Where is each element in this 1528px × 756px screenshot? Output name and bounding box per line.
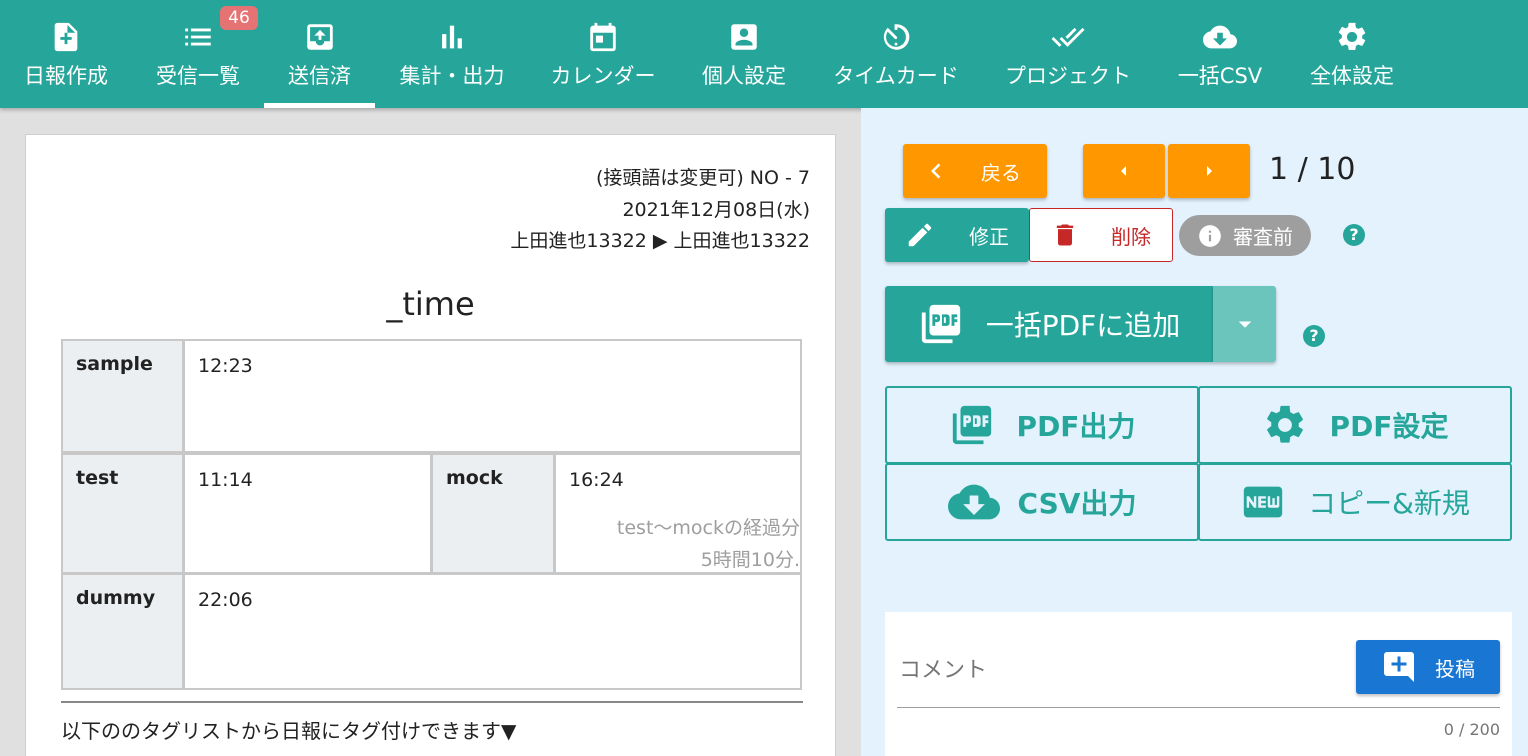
nav-label: プロジェクト <box>1005 64 1131 88</box>
field-value: 12:23 <box>198 355 253 377</box>
status-label: 審査前 <box>1233 225 1293 249</box>
field-key: mock <box>446 467 503 489</box>
report-document: (接頭語は変更可) NO - 7 2021年12月08日(水) 上田進也1332… <box>25 134 836 756</box>
nav-timecard[interactable]: タイムカード <box>826 0 966 108</box>
help-icon[interactable]: ? <box>1343 224 1365 246</box>
prev-button[interactable] <box>1083 144 1165 198</box>
comment-counter: 0 / 200 <box>1443 720 1500 739</box>
copy-new-label: コピー&新規 <box>1308 487 1470 520</box>
calendar-icon <box>590 22 616 52</box>
add-pdf-label: 一括PDFに追加 <box>985 309 1181 342</box>
field-key: sample <box>76 353 153 375</box>
chevron-left-icon <box>931 163 941 179</box>
field-value: 16:24 <box>569 469 624 491</box>
report-number: (接頭語は変更可) NO - 7 <box>595 167 810 189</box>
nav-label: 送信済 <box>288 64 351 88</box>
pdf-dropdown-toggle[interactable] <box>1213 286 1276 362</box>
unread-count-badge: 46 <box>220 6 258 30</box>
top-nav: 日報作成 受信一覧 46 送信済 集計・出力 カレンダー 個人設定 タイムカード… <box>0 0 1528 108</box>
nav-sent[interactable]: 送信済 <box>264 0 375 108</box>
pdf-settings-button[interactable]: PDF設定 <box>1198 386 1512 464</box>
edit-button[interactable]: 修正 <box>885 208 1029 262</box>
nav-label: 集計・出力 <box>399 64 505 88</box>
pencil-icon <box>908 223 932 247</box>
pdf-output-label: PDF出力 <box>1016 410 1136 443</box>
field-value-cell: 12:23 <box>183 339 802 453</box>
file-plus-icon <box>54 22 78 52</box>
post-label: 投稿 <box>1435 656 1475 681</box>
caret-down-icon <box>1238 321 1251 328</box>
nav-label: 受信一覧 <box>156 64 240 88</box>
cloud-download-icon <box>947 484 1000 520</box>
delete-label: 削除 <box>1111 224 1151 249</box>
edit-label: 修正 <box>969 224 1009 249</box>
timer-icon <box>883 24 910 50</box>
nav-project[interactable]: プロジェクト <box>998 0 1138 108</box>
nav-daily-report-create[interactable]: 日報作成 <box>10 0 122 108</box>
gear-icon <box>1266 405 1303 443</box>
list-icon <box>185 28 211 46</box>
nav-label: 日報作成 <box>24 64 108 88</box>
nav-label: 全体設定 <box>1310 64 1394 88</box>
copy-new-button[interactable]: コピー&新規 <box>1198 463 1512 541</box>
field-value: 22:06 <box>198 589 253 611</box>
field-value: 11:14 <box>198 469 253 491</box>
delete-button[interactable]: 削除 <box>1029 208 1173 262</box>
nav-aggregate-output[interactable]: 集計・出力 <box>390 0 514 108</box>
nav-label: タイムカード <box>833 64 959 88</box>
report-date: 2021年12月08日(水) <box>622 199 810 221</box>
page-indicator: 1 / 10 <box>1269 152 1356 187</box>
caret-left-icon <box>1121 166 1126 176</box>
csv-output-button[interactable]: CSV出力 <box>885 463 1199 541</box>
tag-hint: 以下ののタグリストから日報にタグ付けできます▼ <box>61 719 517 743</box>
csv-output-label: CSV出力 <box>1017 487 1137 520</box>
new-icon <box>1243 486 1283 518</box>
pdf-icon <box>921 304 960 344</box>
pdf-settings-label: PDF設定 <box>1329 410 1449 443</box>
info-icon <box>1199 224 1221 247</box>
account-box-icon <box>731 24 757 50</box>
back-label: 戻る <box>981 160 1021 185</box>
field-value-cell: 11:14 <box>183 453 432 574</box>
field-key-cell: dummy <box>61 573 184 690</box>
post-comment-button[interactable]: 投稿 <box>1356 640 1500 694</box>
add-to-bulk-pdf-button[interactable]: 一括PDFに追加 <box>885 286 1213 362</box>
report-route: 上田進也13322 ▶ 上田進也13322 <box>510 230 810 252</box>
next-button[interactable] <box>1168 144 1250 198</box>
bar-chart-icon <box>442 25 462 49</box>
field-key: test <box>76 467 119 489</box>
caret-right-icon <box>1207 166 1212 176</box>
pdf-output-button[interactable]: PDF出力 <box>885 386 1199 464</box>
nav-calendar[interactable]: カレンダー <box>544 0 662 108</box>
gear-icon <box>1338 22 1366 51</box>
field-value-cell: 22:06 <box>183 573 802 690</box>
nav-label: 個人設定 <box>702 64 786 88</box>
field-key: dummy <box>76 587 156 609</box>
nav-bulk-csv[interactable]: 一括CSV <box>1170 0 1270 108</box>
back-button[interactable]: 戻る <box>903 144 1047 198</box>
comment-plus-icon <box>1384 652 1414 682</box>
field-key-cell: mock <box>431 453 555 574</box>
status-chip: 審査前 <box>1179 215 1311 256</box>
pdf-icon <box>952 405 991 445</box>
elapsed-note: test〜mockの経過分 <box>616 517 800 539</box>
comment-underline <box>897 707 1500 708</box>
trash-icon <box>1056 224 1074 246</box>
nav-personal-settings[interactable]: 個人設定 <box>694 0 794 108</box>
nav-global-settings[interactable]: 全体設定 <box>1302 0 1402 108</box>
help-icon[interactable]: ? <box>1303 325 1325 347</box>
nav-label: カレンダー <box>550 64 656 88</box>
cloud-download-icon <box>1203 25 1237 49</box>
nav-label: 一括CSV <box>1177 64 1263 88</box>
field-key-cell: sample <box>61 339 184 453</box>
divider <box>61 701 803 703</box>
field-key-cell: test <box>61 453 184 574</box>
double-check-icon <box>1051 27 1085 47</box>
comment-input[interactable]: コメント <box>899 652 987 684</box>
outbox-icon <box>306 24 333 50</box>
elapsed-value: 5時間10分. <box>700 549 800 571</box>
report-title: _time <box>386 285 475 323</box>
field-value-cell: 16:24 test〜mockの経過分 5時間10分. <box>554 453 802 574</box>
